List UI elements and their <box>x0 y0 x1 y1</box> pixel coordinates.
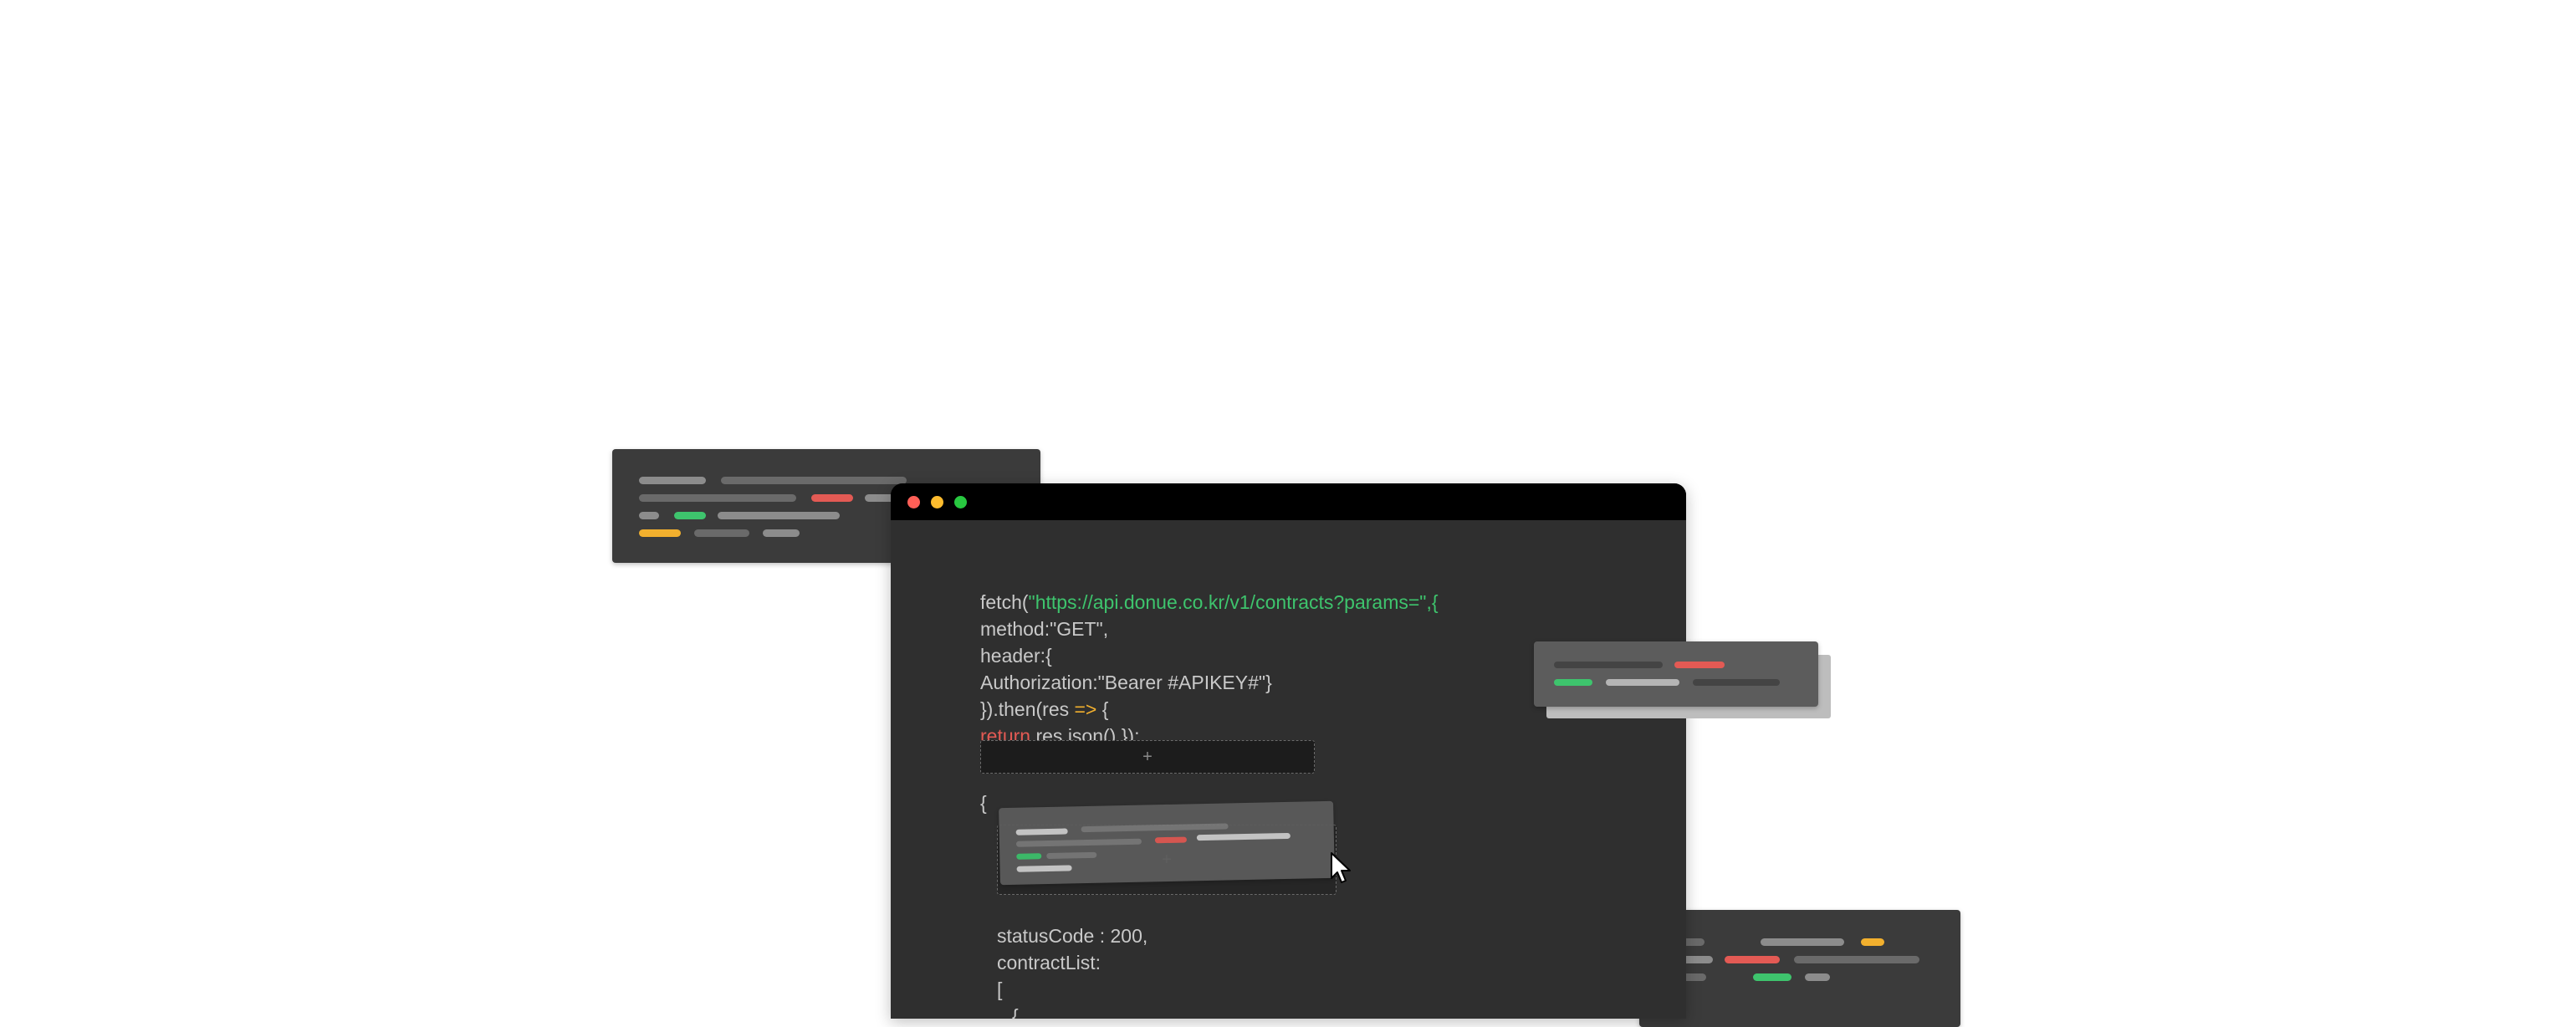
placeholder-line-red <box>811 494 853 502</box>
placeholder-line <box>1761 938 1844 946</box>
code-line: { <box>1012 1005 1019 1019</box>
placeholder-line <box>1794 956 1919 963</box>
placeholder-line <box>763 529 800 537</box>
placeholder-line-yellow <box>1861 938 1884 946</box>
code-line: [ <box>997 978 1003 1000</box>
placeholder-line <box>1683 973 1706 981</box>
json-open-brace: { <box>980 792 987 814</box>
code-text: { <box>1096 698 1109 720</box>
placeholder-line-red <box>1725 956 1780 963</box>
request-code: fetch("https://api.donue.co.kr/v1/contra… <box>980 562 1439 749</box>
placeholder-line <box>1606 679 1679 686</box>
placeholder-line <box>1554 662 1663 668</box>
mouse-cursor-icon <box>1331 852 1351 883</box>
placeholder-line <box>721 477 907 484</box>
api-url-string: "https://api.donue.co.kr/v1/contracts?pa… <box>1028 591 1439 613</box>
placeholder-line <box>639 512 659 519</box>
placeholder-line <box>1196 832 1291 841</box>
placeholder-line-red <box>1154 836 1187 844</box>
window-titlebar <box>891 483 1686 520</box>
placeholder-line-green <box>674 512 706 519</box>
response-code: statusCode : 200, contractList: [ { <box>997 896 1147 1019</box>
code-line: contractList: <box>997 952 1101 973</box>
arrow-operator: => <box>1074 698 1097 720</box>
minimize-window-dot[interactable] <box>931 496 943 508</box>
add-block-dropzone[interactable]: + <box>980 740 1315 774</box>
code-line: statusCode : 200, <box>997 925 1148 947</box>
placeholder-line-red <box>1674 662 1725 668</box>
placeholder-line <box>1016 865 1072 872</box>
code-line: header:{ <box>980 645 1052 667</box>
placeholder-line <box>1693 679 1780 686</box>
code-line: }).then(res => { <box>980 696 1439 723</box>
placeholder-line-green <box>1753 973 1791 981</box>
then-call: }).then(res <box>980 698 1075 720</box>
placeholder-line <box>1683 956 1713 963</box>
floating-snippet-card[interactable] <box>1534 641 1818 707</box>
placeholder-line <box>694 529 749 537</box>
placeholder-line <box>1805 973 1830 981</box>
placeholder-line <box>718 512 840 519</box>
placeholder-line <box>1015 828 1068 835</box>
placeholder-line <box>1046 851 1097 860</box>
placeholder-line-green <box>1554 679 1592 686</box>
code-editor-window: fetch("https://api.donue.co.kr/v1/contra… <box>891 483 1686 1019</box>
placeholder-line <box>639 477 706 484</box>
placeholder-line-green <box>1016 853 1042 860</box>
code-line: fetch("https://api.donue.co.kr/v1/contra… <box>980 589 1439 616</box>
placeholder-line <box>1081 823 1229 833</box>
dragged-snippet-card[interactable] <box>999 800 1335 886</box>
fetch-call: fetch( <box>980 591 1029 613</box>
maximize-window-dot[interactable] <box>954 496 967 508</box>
snippet-card-bottom-right <box>1639 910 1960 1027</box>
plus-icon: + <box>1142 748 1153 766</box>
placeholder-line-yellow <box>639 529 681 537</box>
code-line: method:"GET", <box>980 618 1109 640</box>
code-line: Authorization:"Bearer #APIKEY#"} <box>980 672 1272 693</box>
placeholder-line <box>639 494 796 502</box>
close-window-dot[interactable] <box>907 496 920 508</box>
placeholder-line <box>1015 838 1142 847</box>
